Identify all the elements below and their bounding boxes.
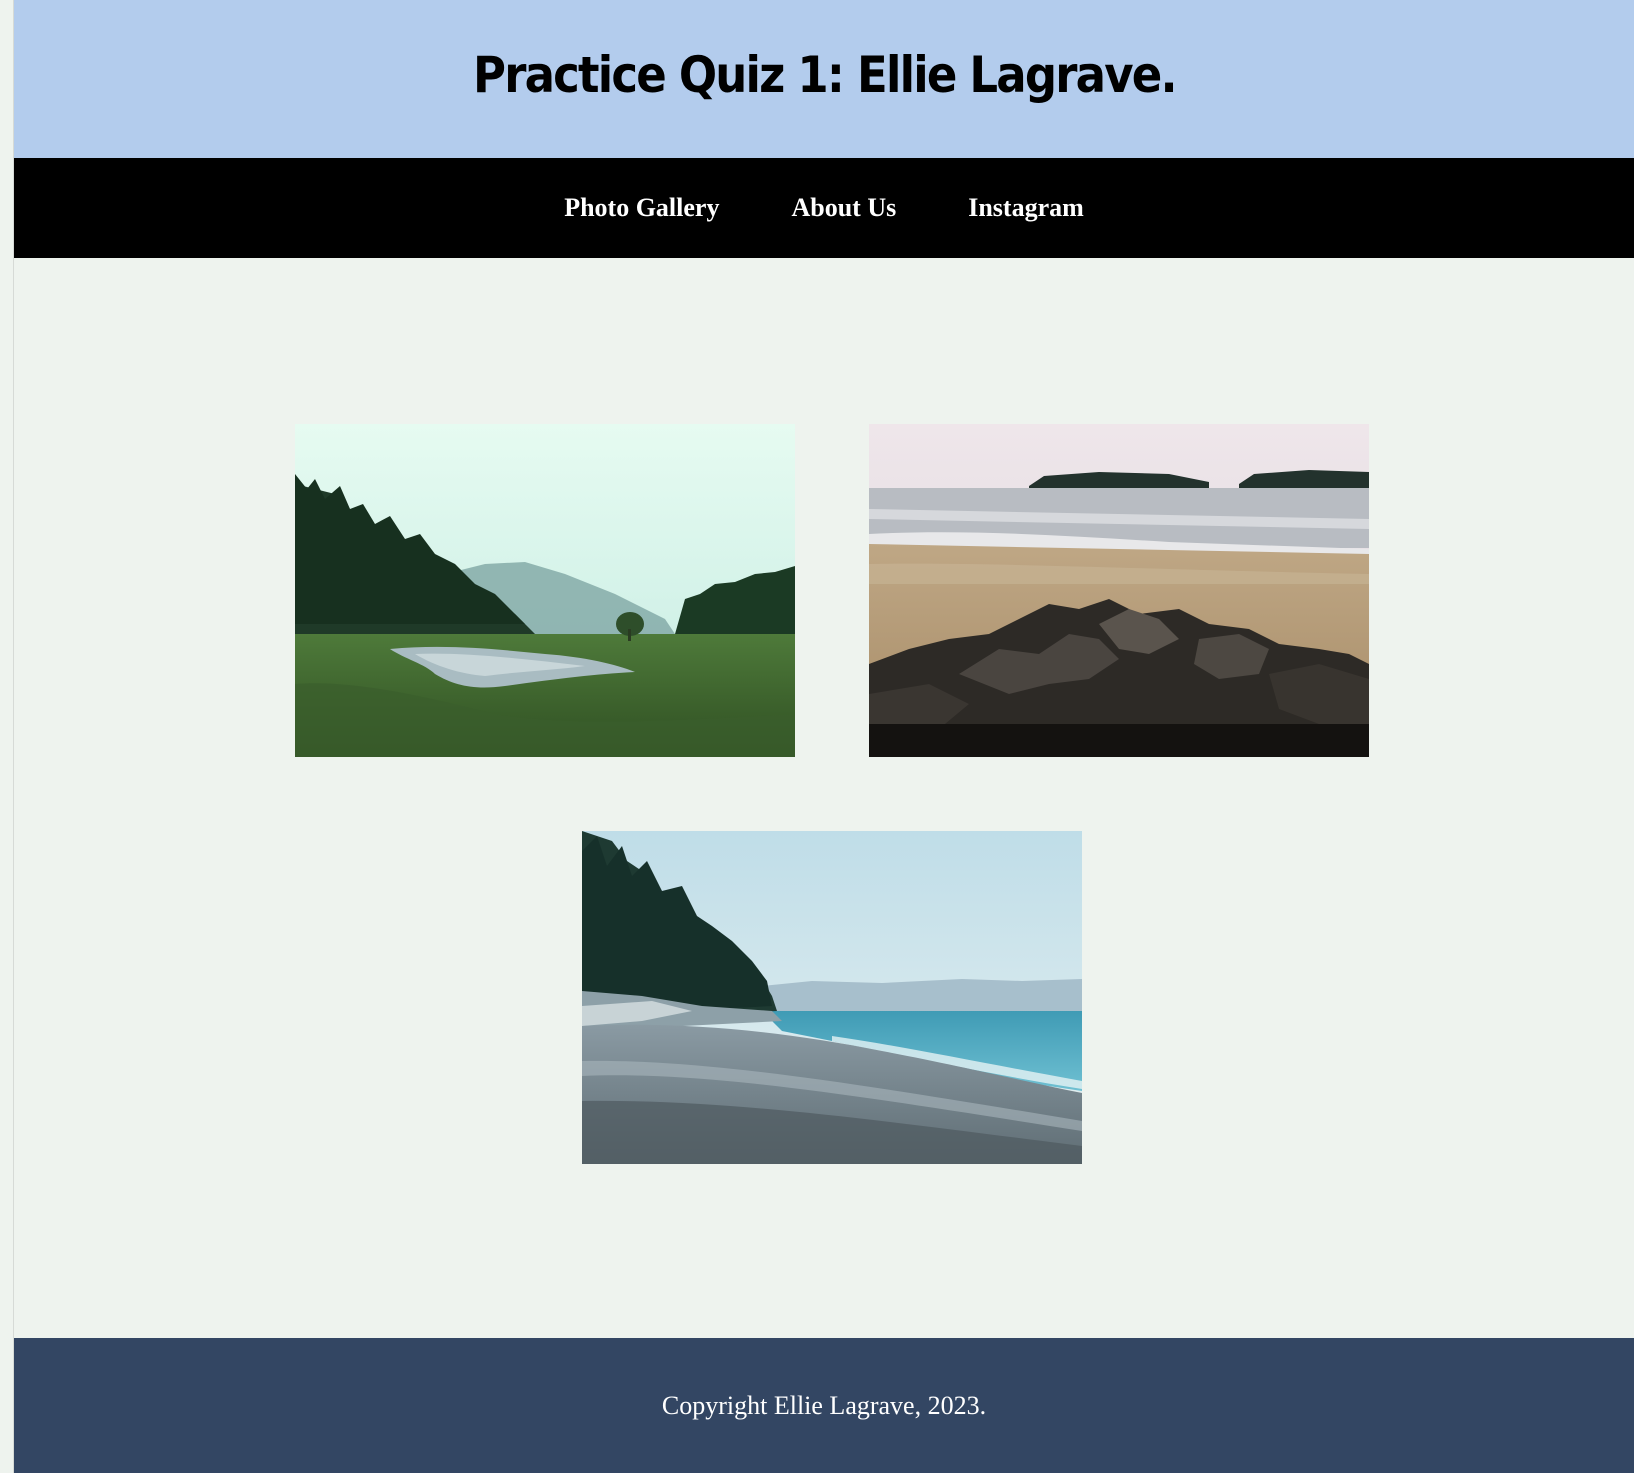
rocky-beach-image — [869, 424, 1369, 757]
main-nav: Photo Gallery About Us Instagram — [14, 158, 1634, 258]
pebble-beach-image — [582, 831, 1082, 1164]
gallery-photo-rocky-beach — [869, 424, 1369, 757]
forest-valley-image — [295, 424, 795, 757]
site-footer: Copyright Ellie Lagrave, 2023. — [14, 1338, 1634, 1473]
nav-link-about-us[interactable]: About Us — [791, 193, 896, 223]
gallery-photo-pebble-beach — [582, 831, 1082, 1164]
nav-link-photo-gallery[interactable]: Photo Gallery — [564, 193, 719, 223]
page-title: Practice Quiz 1: Ellie Lagrave. — [472, 46, 1178, 104]
copyright-text: Copyright Ellie Lagrave, 2023. — [661, 1390, 987, 1420]
photo-gallery — [0, 258, 1634, 1338]
gallery-photo-forest-valley — [295, 424, 795, 757]
nav-link-instagram[interactable]: Instagram — [968, 193, 1084, 223]
site-header: Practice Quiz 1: Ellie Lagrave. — [14, 0, 1634, 158]
